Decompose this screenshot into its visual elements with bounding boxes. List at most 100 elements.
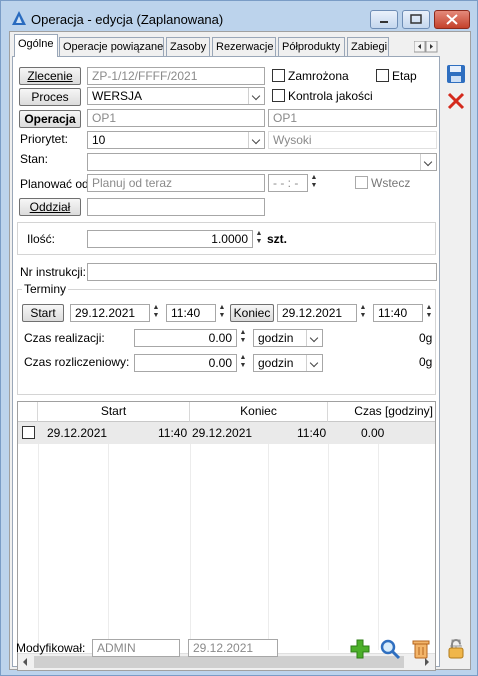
czas-realizacji-label: Czas realizacji: [24, 331, 105, 345]
save-icon[interactable] [446, 64, 466, 84]
start-button[interactable]: Start [22, 304, 64, 322]
zamrozona-checkbox[interactable] [272, 69, 285, 82]
grid-divider [108, 422, 109, 650]
general-panel: Zlecenie ZP-1/12/FFFF/2021 Zamrożona Eta… [12, 56, 440, 671]
czas-realizacji-field[interactable]: 0.00 [134, 329, 237, 347]
koniec-date-field[interactable]: 29.12.2021 [277, 304, 357, 322]
window-title: Operacja - edycja (Zaplanowana) [31, 12, 224, 27]
tab-scroll-arrows-icon[interactable] [413, 40, 438, 53]
koniec-date-spinner[interactable]: ▲ ▼ [358, 304, 368, 322]
chevron-down-icon[interactable] [248, 132, 264, 148]
proces-combo[interactable]: WERSJA [87, 87, 265, 105]
start-time-field[interactable]: 11:40 [166, 304, 216, 322]
planowac-time-field[interactable]: - - : - [268, 174, 308, 192]
title-bar: Operacja - edycja (Zaplanowana) [1, 1, 477, 31]
nr-instrukcji-field[interactable] [87, 263, 437, 281]
modyfikowal-label: Modyfikował: [16, 641, 86, 655]
proces-button[interactable]: Proces [19, 88, 81, 106]
grid-header-koniec[interactable]: Koniec [190, 402, 328, 422]
ilosc-unit: szt. [267, 232, 288, 246]
koniec-time-field[interactable]: 11:40 [373, 304, 423, 322]
operacja-name-field[interactable]: OP1 [268, 109, 437, 127]
zlecenie-field[interactable]: ZP-1/12/FFFF/2021 [87, 67, 265, 85]
chevron-down-icon[interactable] [306, 330, 322, 346]
ilosc-field[interactable]: 1.0000 [87, 230, 253, 248]
zlecenie-button[interactable]: Zlecenie [19, 67, 81, 85]
proces-value: WERSJA [92, 89, 143, 103]
table-row[interactable]: 29.12.2021 11:40 29.12.2021 11:40 0.00 [18, 422, 435, 444]
ilosc-spinner[interactable]: ▲ ▼ [254, 230, 264, 248]
czas-realizacji-g: 0g [419, 331, 433, 345]
add-icon[interactable] [349, 638, 371, 660]
tab-scroll [413, 40, 438, 56]
stan-combo[interactable] [87, 153, 437, 171]
start-date-spinner[interactable]: ▲ ▼ [151, 304, 161, 322]
grid-divider [378, 422, 379, 650]
lock-icon[interactable] [445, 638, 467, 660]
czas-rozliczeniowy-g: 0g [419, 355, 433, 369]
row-start-date: 29.12.2021 [47, 426, 108, 440]
start-time-spinner[interactable]: ▲ ▼ [217, 304, 227, 322]
czas-realizacji-unit: godzin [258, 331, 294, 345]
row-select-checkbox[interactable] [22, 426, 35, 439]
minimize-icon [380, 21, 388, 23]
search-icon[interactable] [379, 638, 401, 660]
row-start-time: 11:40 [158, 426, 188, 440]
window: Operacja - edycja (Zaplanowana) Ogólne O… [0, 0, 478, 676]
zamrozona-label: Zamrożona [288, 69, 349, 83]
operacja-button[interactable]: Operacja [19, 110, 81, 128]
ilosc-label: Ilość: [27, 232, 56, 246]
chevron-down-icon[interactable] [248, 88, 264, 104]
koniec-time-spinner[interactable]: ▲ ▼ [424, 304, 434, 322]
minimize-button[interactable] [370, 10, 398, 29]
close-button[interactable] [434, 10, 470, 29]
tab-ogolne[interactable]: Ogólne [14, 34, 58, 57]
nr-instrukcji-label: Nr instrukcji: [20, 265, 87, 279]
start-date-field[interactable]: 29.12.2021 [70, 304, 150, 322]
koniec-button[interactable]: Koniec [230, 304, 274, 322]
app-logo-icon [12, 11, 26, 25]
tab-rezerwacje[interactable]: Rezerwacje [212, 37, 276, 57]
chevron-down-icon[interactable] [306, 355, 322, 371]
czas-realizacji-spinner[interactable]: ▲ ▼ [238, 329, 248, 347]
tab-polprodukty[interactable]: Półprodukty [278, 37, 345, 57]
grid-header-start[interactable]: Start [38, 402, 190, 422]
grid-divider [328, 422, 329, 650]
etap-label: Etap [392, 69, 417, 83]
close-icon [446, 14, 458, 25]
row-end-time: 11:40 [297, 426, 327, 440]
modified-by-field: ADMIN [92, 639, 180, 657]
terminy-legend: Terminy [22, 282, 69, 296]
schedule-grid: Start Koniec Czas [godziny] 29.12.2021 1… [17, 401, 436, 671]
czas-rozliczeniowy-unit-combo[interactable]: godzin [253, 354, 323, 372]
planowac-od-label: Planować od: [20, 177, 93, 191]
planowac-od-field[interactable]: Planuj od teraz [87, 174, 265, 192]
czas-rozliczeniowy-label: Czas rozliczeniowy: [24, 355, 130, 369]
kontrola-jakosci-label: Kontrola jakości [288, 89, 373, 103]
wstecz-checkbox[interactable] [355, 176, 368, 189]
tab-zasoby[interactable]: Zasoby [166, 37, 210, 57]
dialog-client: Ogólne Operacje powiązane Zasoby Rezerwa… [9, 31, 471, 671]
tab-zabiegi[interactable]: Zabiegi [347, 37, 389, 57]
oddzial-button[interactable]: Oddział [19, 198, 81, 216]
grid-divider [268, 422, 269, 650]
oddzial-field[interactable] [87, 198, 265, 216]
grid-header-select [18, 402, 38, 422]
grid-header-czas[interactable]: Czas [godziny] [328, 402, 435, 422]
stan-label: Stan: [20, 152, 49, 166]
priorytet-combo[interactable]: 10 [87, 131, 265, 149]
delete-icon[interactable] [410, 638, 432, 660]
wstecz-label: Wstecz [371, 176, 411, 190]
czas-rozliczeniowy-unit: godzin [258, 356, 294, 370]
chevron-down-icon[interactable] [420, 154, 436, 170]
kontrola-jakosci-checkbox[interactable] [272, 89, 285, 102]
czas-realizacji-unit-combo[interactable]: godzin [253, 329, 323, 347]
planowac-time-spinner[interactable]: ▲ ▼ [309, 174, 319, 192]
tab-operacje-powiazane[interactable]: Operacje powiązane [59, 37, 164, 57]
etap-checkbox[interactable] [376, 69, 389, 82]
czas-rozliczeniowy-field[interactable]: 0.00 [134, 354, 237, 372]
operacja-code-field[interactable]: OP1 [87, 109, 265, 127]
cancel-icon[interactable] [446, 91, 466, 111]
maximize-button[interactable] [402, 10, 430, 29]
czas-rozliczeniowy-spinner[interactable]: ▲ ▼ [238, 354, 248, 372]
